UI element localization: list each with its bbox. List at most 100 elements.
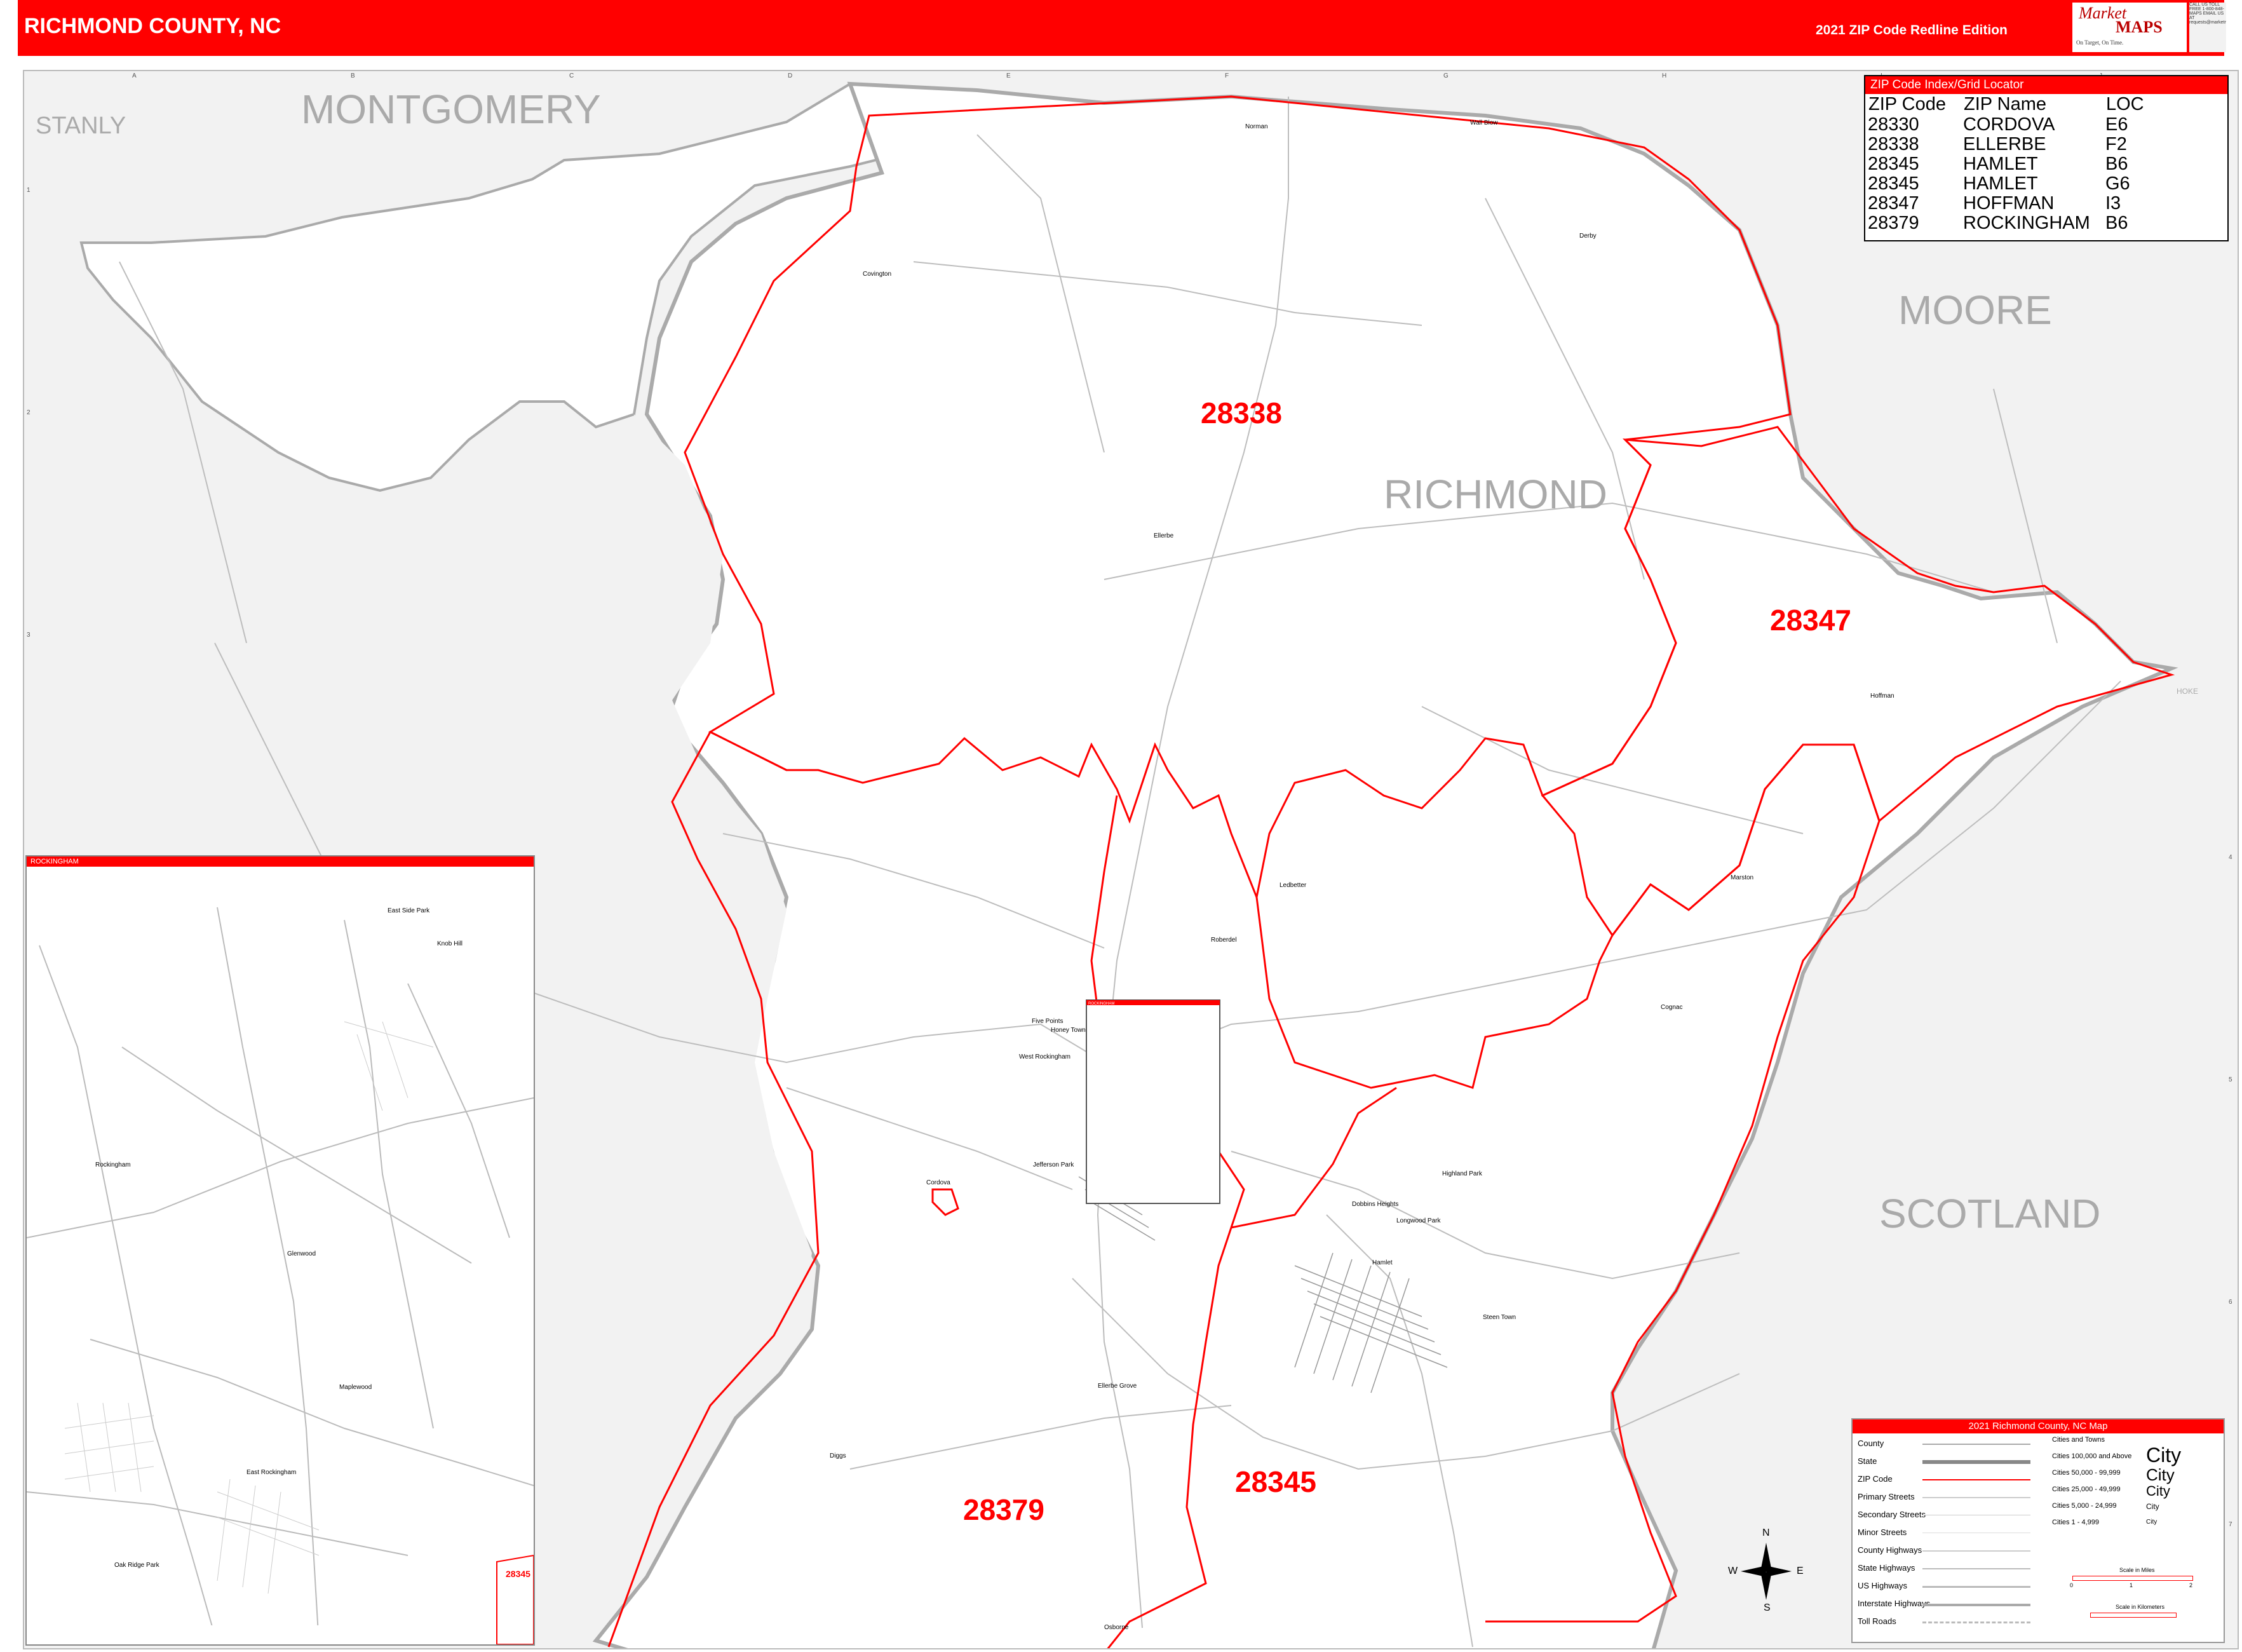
col-loc-header: LOC [2106,94,2144,114]
svg-text:B: B [351,72,355,79]
legend-county-hwy: County Highways [1858,1545,1922,1555]
zip-index-table: ZIP Code Index/Grid Locator ZIP Code ZIP… [1864,75,2229,241]
legend-us-hwy-line [1922,1586,2030,1588]
legend-minor: Minor Streets [1858,1527,1907,1537]
legend-interstate: Interstate Highways [1858,1599,1931,1608]
scale-tick-0: 0 [2070,1582,2074,1588]
inset-place-east-side-park: East Side Park [388,907,430,914]
inset-place-maplewood: Maplewood [339,1384,372,1391]
table-row: 28345 HAMLET G6 [1868,174,2145,194]
name-cell: HAMLET [1963,154,2038,174]
table-row: 28330 CORDOVA E6 [1868,115,2145,135]
name-cell: HAMLET [1963,173,2038,194]
zip-index-header-row: ZIP Code ZIP Name LOC [1868,94,2145,115]
place-jefferson-park: Jefferson Park [1033,1161,1074,1168]
legend-city-sample-xl: City [2146,1444,2182,1466]
svg-text:7: 7 [2229,1521,2232,1528]
map-legend: 2021 Richmond County, NC Map County Stat… [1851,1418,2225,1643]
svg-text:3: 3 [27,632,30,639]
logo-maps-text: MAPS [2116,18,2163,36]
zip-cell: 28347 [1868,193,1919,213]
place-marston: Marston [1731,874,1753,881]
name-cell: ELLERBE [1963,134,2046,154]
place-covington: Covington [863,271,891,278]
legend-county-line [1922,1444,2030,1445]
svg-text:C: C [569,72,574,79]
compass-icon [1741,1543,1792,1600]
place-honey-town: Honey Town [1051,1027,1086,1034]
market-maps-logo: Market MAPS On Target, On Time. [2072,3,2187,52]
legend-state-line [1922,1460,2030,1464]
svg-text:E: E [1006,72,1011,79]
county-label-scotland: SCOTLAND [1879,1191,2101,1236]
county-label-hoke: HOKE [2177,687,2198,696]
svg-text:D: D [788,72,792,79]
svg-text:F: F [1225,72,1229,79]
loc-cell: I3 [2105,193,2121,213]
county-label-stanly: STANLY [36,112,126,139]
place-longwood-park: Longwood Park [1396,1217,1441,1224]
legend-cities-25k: Cities 25,000 - 49,999 [2052,1486,2121,1493]
loc-cell: G6 [2105,173,2130,194]
place-west-rockingham: West Rockingham [1019,1053,1070,1060]
zip-cell: 28379 [1868,213,1919,233]
compass-rose: N S W E [1728,1527,1804,1613]
zip-index-grid: ZIP Code ZIP Name LOC 28330 CORDOVA E6 283… [1868,94,2145,233]
name-cell: CORDOVA [1963,114,2055,135]
col-zip-header: ZIP Code [1868,94,1946,114]
zip-cell: 28330 [1868,114,1919,135]
compass-s: S [1764,1602,1771,1613]
table-row: 28347 HOFFMAN I3 [1868,194,2145,213]
zip-cell: 28345 [1868,173,1919,194]
legend-title: 2021 Richmond County, NC Map [1853,1419,2224,1433]
inset-place-oak-ridge-park: Oak Ridge Park [114,1562,160,1569]
scale-bar-km [2090,1613,2177,1618]
legend-city-sample-m: City [2146,1483,2170,1499]
place-diggs: Diggs [830,1452,846,1459]
svg-text:6: 6 [2229,1299,2232,1306]
legend-toll-line [1922,1622,2030,1623]
svg-text:2: 2 [27,409,30,416]
inset-place-east-rockingham: East Rockingham [246,1469,296,1476]
legend-scale-km: Scale in Kilometers [2116,1604,2165,1610]
table-row: 28345 HAMLET B6 [1868,154,2145,174]
legend-city-sample-l: City [2146,1465,2175,1484]
compass-n: N [1762,1527,1770,1538]
legend-cities-100k: Cities 100,000 and Above [2052,1452,2132,1460]
place-five-points: Five Points [1032,1018,1063,1025]
zip-cell: 28338 [1868,134,1919,154]
legend-secondary: Secondary Streets [1858,1510,1926,1519]
county-label-montgomery: MONTGOMERY [301,86,601,132]
contact-info: CALL US TOLL FREE 1-800-848-MAPS EMAIL U… [2189,3,2226,52]
col-name-header: ZIP Name [1964,94,2047,114]
loc-cell: B6 [2105,154,2128,174]
legend-zip: ZIP Code [1858,1474,1893,1484]
edition-label: 2021 ZIP Code Redline Edition [1816,23,2008,37]
logo-tagline: On Target, On Time. [2076,39,2124,46]
place-highland-park: Highland Park [1442,1170,1483,1177]
legend-zip-line [1922,1479,2030,1480]
rockingham-inset-box [1086,999,1220,1204]
legend-county: County [1858,1439,1884,1448]
legend-primary-line [1922,1497,2030,1498]
legend-cities-title: Cities and Towns [2052,1436,2105,1444]
inset-place-rockingham: Rockingham [95,1161,131,1168]
place-cognac: Cognac [1661,1004,1682,1011]
place-ellerbe: Ellerbe [1154,532,1174,539]
legend-cities-50k: Cities 50,000 - 99,999 [2052,1469,2121,1477]
zip-index-title: ZIP Code Index/Grid Locator [1865,76,2227,94]
place-dobbins-heights: Dobbins Heights [1352,1201,1398,1208]
legend-county-hwy-line [1922,1550,2030,1552]
place-derby: Derby [1579,233,1597,240]
header-bar: RICHMOND COUNTY, NC 2021 ZIP Code Redlin… [18,0,2224,56]
legend-city-sample-xs: City [2146,1519,2158,1526]
rockingham-inset-map[interactable]: ROCKINGHAM East Side Park Knob Hill Rock… [25,855,535,1646]
legend-cities-5k: Cities 5,000 - 24,999 [2052,1502,2117,1510]
legend-city-sample-s: City [2146,1502,2159,1511]
loc-cell: B6 [2105,213,2128,233]
place-norman: Norman [1245,123,1268,130]
zip-cell: 28345 [1868,154,1919,174]
scale-tick-2: 2 [2189,1582,2193,1588]
compass-w: W [1728,1566,1738,1576]
inset-svg: East Side Park Knob Hill Rockingham Glen… [27,907,534,1644]
